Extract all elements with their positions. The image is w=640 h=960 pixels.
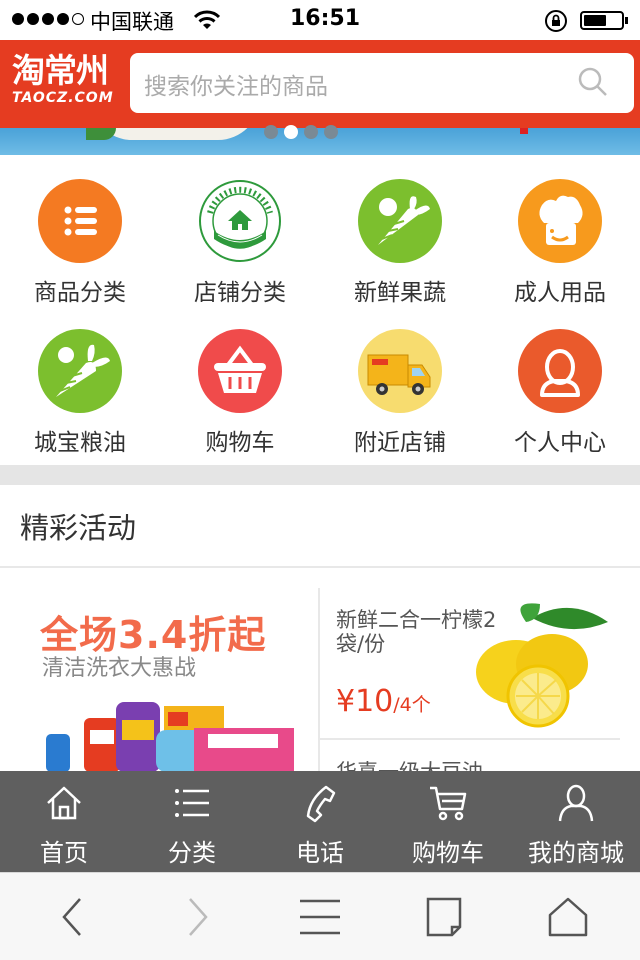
banner-decoration [520,128,528,134]
tab-cart[interactable]: 购物车 [384,771,512,872]
tabs-icon[interactable] [422,895,466,939]
category-adult-products[interactable]: 成人用品 [480,155,640,306]
logo-text: 淘常州 [12,51,109,90]
tab-label: 首页 [40,839,88,867]
category-label: 店铺分类 [194,280,286,306]
category-label: 个人中心 [514,430,606,456]
user-icon [518,329,602,413]
menu-icon[interactable] [298,895,342,939]
search-placeholder: 搜索你关注的商品 [144,74,328,100]
carrier-name: 中国联通 [90,10,174,34]
tab-home[interactable]: 首页 [0,771,128,872]
price-unit: /4个 [393,694,431,716]
home-icon [47,786,81,820]
tab-label: 购物车 [412,839,484,867]
back-icon[interactable] [50,895,94,939]
category-product-classification[interactable]: 商品分类 [0,155,160,306]
battery-icon [580,11,628,30]
tab-label: 分类 [168,839,216,867]
category-label: 附近店铺 [354,430,446,456]
search-icon[interactable] [578,67,608,97]
category-fresh-produce[interactable]: 新鲜果蔬 [320,155,480,306]
signal-strength-icon [12,13,84,25]
tab-phone[interactable]: 电话 [256,771,384,872]
category-shopping-cart[interactable]: 购物车 [160,305,320,456]
banner-decoration [86,128,116,140]
section-divider [0,465,640,485]
category-grid: 商品分类 店铺分类 新鲜果蔬 成人用品 城宝粮油 购物车 附近店铺 个人中心 [0,155,640,465]
list-icon [38,179,122,263]
forward-icon[interactable] [176,895,220,939]
category-label: 成人用品 [514,280,606,306]
section-title: 精彩活动 [20,511,137,545]
carousel-dot[interactable] [304,125,318,139]
tab-label: 我的商城 [528,839,624,867]
carousel-dot[interactable] [324,125,338,139]
tab-categories[interactable]: 分类 [128,771,256,872]
tab-label: 电话 [296,839,344,867]
app-header: 淘常州 TAOCZ.COM 搜索你关注的商品 [0,40,640,128]
lemon-image [476,603,608,728]
browser-toolbar [0,872,640,960]
category-label: 商品分类 [34,280,126,306]
divider [0,566,640,568]
user-icon [558,784,594,822]
bottom-tab-bar: 首页 分类 电话 购物车 我的商城 [0,771,640,872]
status-bar: 中国联通 16:51 [0,0,640,40]
orientation-lock-icon [545,10,567,32]
phone-icon [306,785,336,823]
delivery-truck-icon [358,329,442,413]
promo-laundry-sale[interactable]: 全场3.4折起 清洁洗衣大惠战 [0,588,318,772]
cart-icon [430,786,467,821]
status-time: 16:51 [290,6,361,31]
producing-direct-supply-badge-icon [198,179,282,263]
site-logo[interactable]: 淘常州 TAOCZ.COM [12,52,116,114]
category-label: 购物车 [205,430,275,456]
category-nearby-stores[interactable]: 附近店铺 [320,305,480,456]
carrot-icon [38,329,122,413]
price-value: ¥10 [336,684,394,719]
tab-my-mall[interactable]: 我的商城 [512,771,640,872]
logo-domain: TAOCZ.COM [12,90,114,106]
wifi-icon [194,10,220,29]
promo-lemon[interactable]: 新鲜二合一柠檬2袋/份 ¥10/4个 [320,588,640,738]
search-input[interactable]: 搜索你关注的商品 [130,53,634,113]
category-store-classification[interactable]: 店铺分类 [160,155,320,306]
divider [320,738,620,740]
category-personal-center[interactable]: 个人中心 [480,305,640,456]
home-icon[interactable] [546,895,590,939]
category-label: 新鲜果蔬 [354,280,446,306]
category-label: 城宝粮油 [34,430,126,456]
laundry-products-image [46,702,294,772]
list-icon [175,789,209,817]
carousel-dot-active[interactable] [284,125,298,139]
carousel-dot[interactable] [264,125,278,139]
category-grain-oil[interactable]: 城宝粮油 [0,305,160,456]
vegetable-icon [358,179,442,263]
chef-hat-icon [518,179,602,263]
promo-price: ¥10/4个 [336,684,431,719]
basket-icon [198,329,282,413]
carousel-indicator [264,125,338,139]
promo-subline: 清洁洗衣大惠战 [42,656,197,681]
